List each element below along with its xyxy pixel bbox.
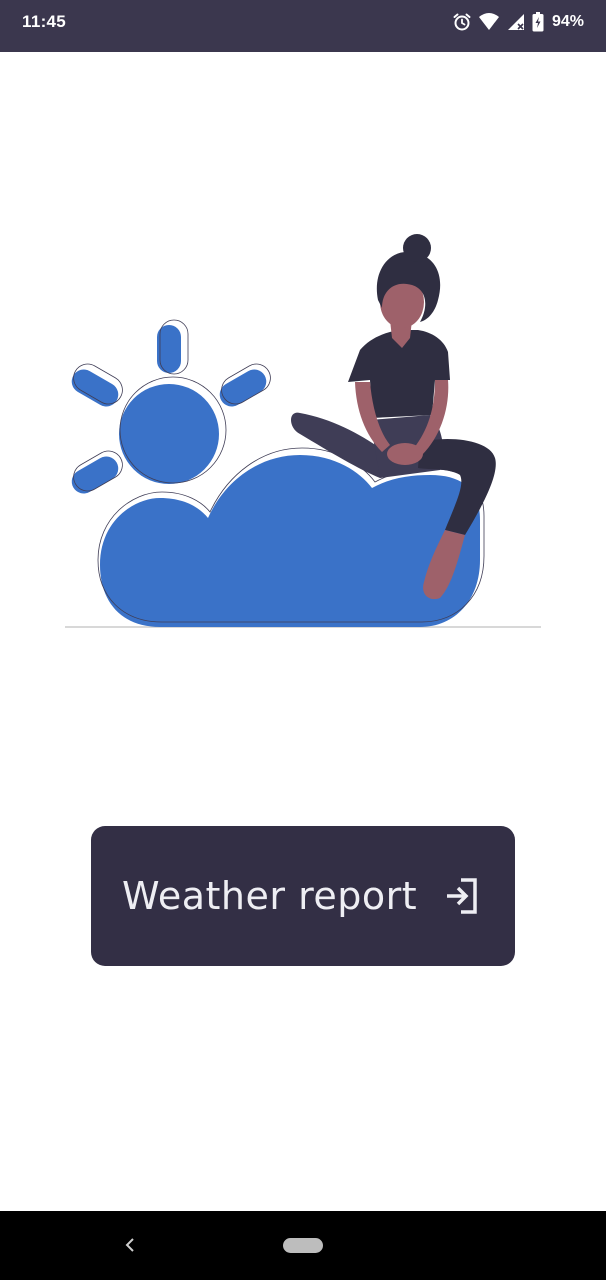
weather-report-label: Weather report	[122, 874, 418, 918]
svg-text:4: 4	[492, 21, 497, 31]
alarm-icon	[452, 12, 472, 32]
sun	[119, 376, 227, 484]
back-chevron-icon[interactable]	[118, 1233, 142, 1257]
status-icons: 4 94%	[452, 10, 584, 34]
home-pill-icon[interactable]	[283, 1238, 323, 1253]
navigation-bar	[0, 1211, 606, 1280]
login-icon	[445, 876, 481, 919]
battery-percent: 94%	[551, 13, 584, 30]
weather-report-button[interactable]: Weather report	[91, 826, 515, 966]
weather-illustration	[65, 234, 541, 628]
wifi-icon: 4	[478, 12, 500, 32]
status-time: 11:45	[22, 12, 67, 31]
cellular-signal-icon	[506, 12, 526, 32]
status-bar: 11:45 4 94%	[0, 0, 606, 52]
battery-charging-icon	[532, 12, 544, 32]
